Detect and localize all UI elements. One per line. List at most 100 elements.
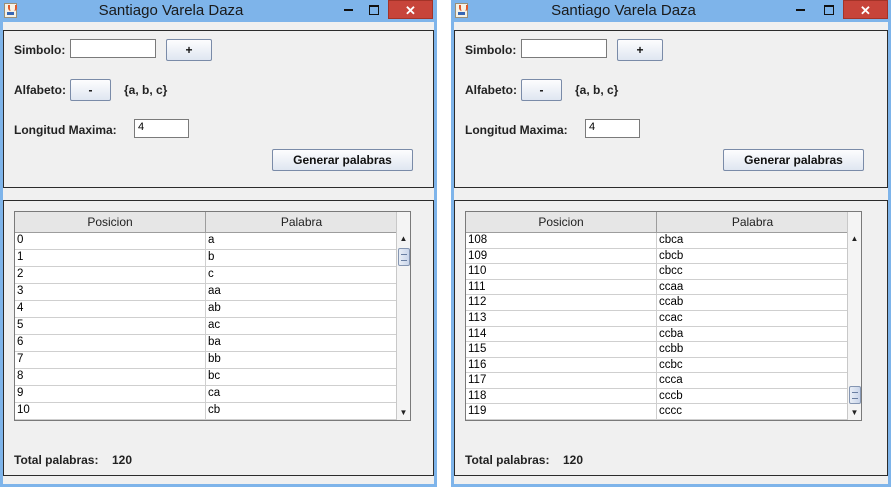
cell-palabra: cbcc bbox=[659, 265, 683, 278]
table-row[interactable]: 6 ba bbox=[15, 335, 397, 352]
alfabeto-label: Alfabeto: bbox=[465, 83, 517, 97]
table-row[interactable]: 8 bc bbox=[15, 369, 397, 386]
scrollbar-thumb[interactable] bbox=[398, 248, 410, 266]
input-panel: Simbolo: + Alfabeto: - {a, b, c} Longitu… bbox=[454, 30, 888, 188]
scroll-up-arrow-icon[interactable]: ▲ bbox=[397, 232, 410, 246]
cell-posicion: 6 bbox=[17, 336, 24, 348]
table-header: Posicion Palabra bbox=[15, 212, 397, 233]
words-table[interactable]: Posicion Palabra 0 a 1 b 2 c 3 aa 4 ab 5 ac 6 ba 7 bb 8 b… bbox=[14, 211, 411, 421]
column-divider bbox=[656, 279, 657, 296]
close-button[interactable]: ✕ bbox=[843, 0, 888, 19]
table-row[interactable]: 113 ccac bbox=[466, 310, 848, 327]
column-header-posicion[interactable]: Posicion bbox=[466, 212, 657, 232]
words-table[interactable]: Posicion Palabra 108 cbca 109 cbcb 110 cbcc 11… bbox=[465, 211, 862, 421]
cell-palabra: bc bbox=[208, 370, 221, 382]
column-header-posicion[interactable]: Posicion bbox=[15, 212, 206, 232]
column-divider bbox=[656, 342, 657, 359]
add-symbol-button[interactable]: + bbox=[617, 39, 663, 61]
scroll-down-arrow-icon[interactable]: ▼ bbox=[848, 406, 861, 420]
column-divider bbox=[205, 369, 206, 385]
cell-palabra: a bbox=[208, 234, 215, 246]
table-row[interactable]: 110 cbcc bbox=[466, 264, 848, 281]
cell-posicion: 10 bbox=[17, 404, 30, 416]
table-row[interactable]: 1b bbox=[15, 250, 397, 267]
cell-posicion: 112 bbox=[468, 296, 487, 309]
longitud-input[interactable]: 4 bbox=[134, 119, 189, 138]
table-row[interactable]: 117 ccca bbox=[466, 373, 848, 390]
cell-posicion: 117 bbox=[468, 374, 487, 387]
app-window-1: Santiago Varela Daza ✕ Simbolo: + Alfabe… bbox=[0, 0, 437, 487]
add-symbol-button[interactable]: + bbox=[166, 39, 212, 61]
table-row[interactable]: 116 ccbc bbox=[466, 357, 848, 374]
maximize-button[interactable] bbox=[361, 0, 387, 19]
results-panel: Posicion Palabra 0 a 1 b 2 c 3 aa 4 ab 5 ac 6 ba 7 bb 8 b… bbox=[3, 200, 434, 476]
cell-posicion: 118 bbox=[468, 389, 487, 402]
table-row[interactable]: 111 ccaa bbox=[466, 279, 848, 296]
window-title: Santiago Varela Daza bbox=[551, 2, 696, 19]
table-row[interactable]: 5 ac bbox=[15, 318, 397, 335]
cell-posicion: 116 bbox=[468, 358, 487, 371]
cell-palabra: ca bbox=[208, 387, 221, 399]
table-row[interactable]: 115 ccbb bbox=[466, 342, 848, 359]
column-divider bbox=[656, 357, 657, 374]
maximize-icon bbox=[824, 4, 834, 15]
table-row[interactable]: 119 cccc bbox=[466, 404, 848, 420]
table-row[interactable]: 2c bbox=[15, 267, 397, 284]
cell-palabra: ccba bbox=[659, 327, 684, 340]
simbolo-input[interactable] bbox=[70, 39, 156, 58]
cell-palabra: ccca bbox=[659, 374, 683, 387]
minimize-icon bbox=[795, 8, 805, 11]
remove-symbol-button[interactable]: - bbox=[70, 79, 111, 101]
title-bar[interactable]: Santiago Varela Daza ✕ bbox=[451, 0, 891, 22]
cell-posicion: 113 bbox=[468, 311, 487, 324]
table-row[interactable]: 3 aa bbox=[15, 284, 397, 301]
table-row[interactable]: 112 ccab bbox=[466, 295, 848, 312]
table-row[interactable]: 109 cbcb bbox=[466, 248, 848, 265]
table-row[interactable]: 10 cb bbox=[15, 403, 397, 420]
table-row[interactable]: 9 ca bbox=[15, 386, 397, 403]
remove-symbol-button[interactable]: - bbox=[521, 79, 562, 101]
table-row[interactable]: 0a bbox=[15, 233, 397, 250]
total-label: Total palabras: bbox=[14, 453, 99, 467]
column-header-palabra[interactable]: Palabra bbox=[657, 212, 848, 232]
close-button[interactable]: ✕ bbox=[388, 0, 433, 19]
column-divider bbox=[656, 264, 657, 281]
title-bar[interactable]: Santiago Varela Daza ✕ bbox=[0, 0, 437, 22]
table-row[interactable]: 4 ab bbox=[15, 301, 397, 318]
generate-words-button[interactable]: Generar palabras bbox=[723, 149, 864, 171]
cell-posicion: 114 bbox=[468, 327, 487, 340]
table-row[interactable]: 108 cbca bbox=[466, 233, 848, 250]
table-row[interactable]: 114 ccba bbox=[466, 326, 848, 343]
column-divider bbox=[205, 352, 206, 368]
minimize-button[interactable] bbox=[335, 0, 361, 19]
alfabeto-label: Alfabeto: bbox=[14, 83, 66, 97]
cell-posicion: 1 bbox=[17, 251, 24, 263]
vertical-scrollbar[interactable]: ▲ ▼ bbox=[396, 212, 410, 420]
cell-posicion: 111 bbox=[468, 280, 486, 293]
maximize-icon bbox=[369, 4, 379, 15]
column-divider bbox=[205, 301, 206, 317]
column-header-palabra[interactable]: Palabra bbox=[206, 212, 397, 232]
cell-posicion: 119 bbox=[468, 405, 487, 418]
cell-palabra: ccab bbox=[659, 296, 684, 309]
table-row[interactable]: 7 bb bbox=[15, 352, 397, 369]
table-row[interactable]: 118 cccb bbox=[466, 388, 848, 405]
vertical-scrollbar[interactable]: ▲ ▼ bbox=[847, 212, 861, 420]
column-divider bbox=[656, 295, 657, 312]
scroll-up-arrow-icon[interactable]: ▲ bbox=[848, 232, 861, 246]
simbolo-input[interactable] bbox=[521, 39, 607, 58]
cell-posicion: 2 bbox=[17, 268, 24, 280]
cell-posicion: 115 bbox=[468, 343, 487, 356]
scroll-down-arrow-icon[interactable]: ▼ bbox=[397, 406, 410, 420]
cell-palabra: ac bbox=[208, 319, 221, 331]
column-divider bbox=[656, 388, 657, 405]
maximize-button[interactable] bbox=[816, 0, 842, 19]
table-header: Posicion Palabra bbox=[466, 212, 848, 233]
cell-posicion: 108 bbox=[468, 234, 488, 247]
longitud-input[interactable]: 4 bbox=[585, 119, 640, 138]
scrollbar-thumb[interactable] bbox=[849, 386, 861, 404]
minimize-button[interactable] bbox=[787, 0, 813, 19]
generate-words-button[interactable]: Generar palabras bbox=[272, 149, 413, 171]
cell-palabra: cbca bbox=[659, 234, 684, 247]
total-value: 120 bbox=[112, 453, 133, 467]
